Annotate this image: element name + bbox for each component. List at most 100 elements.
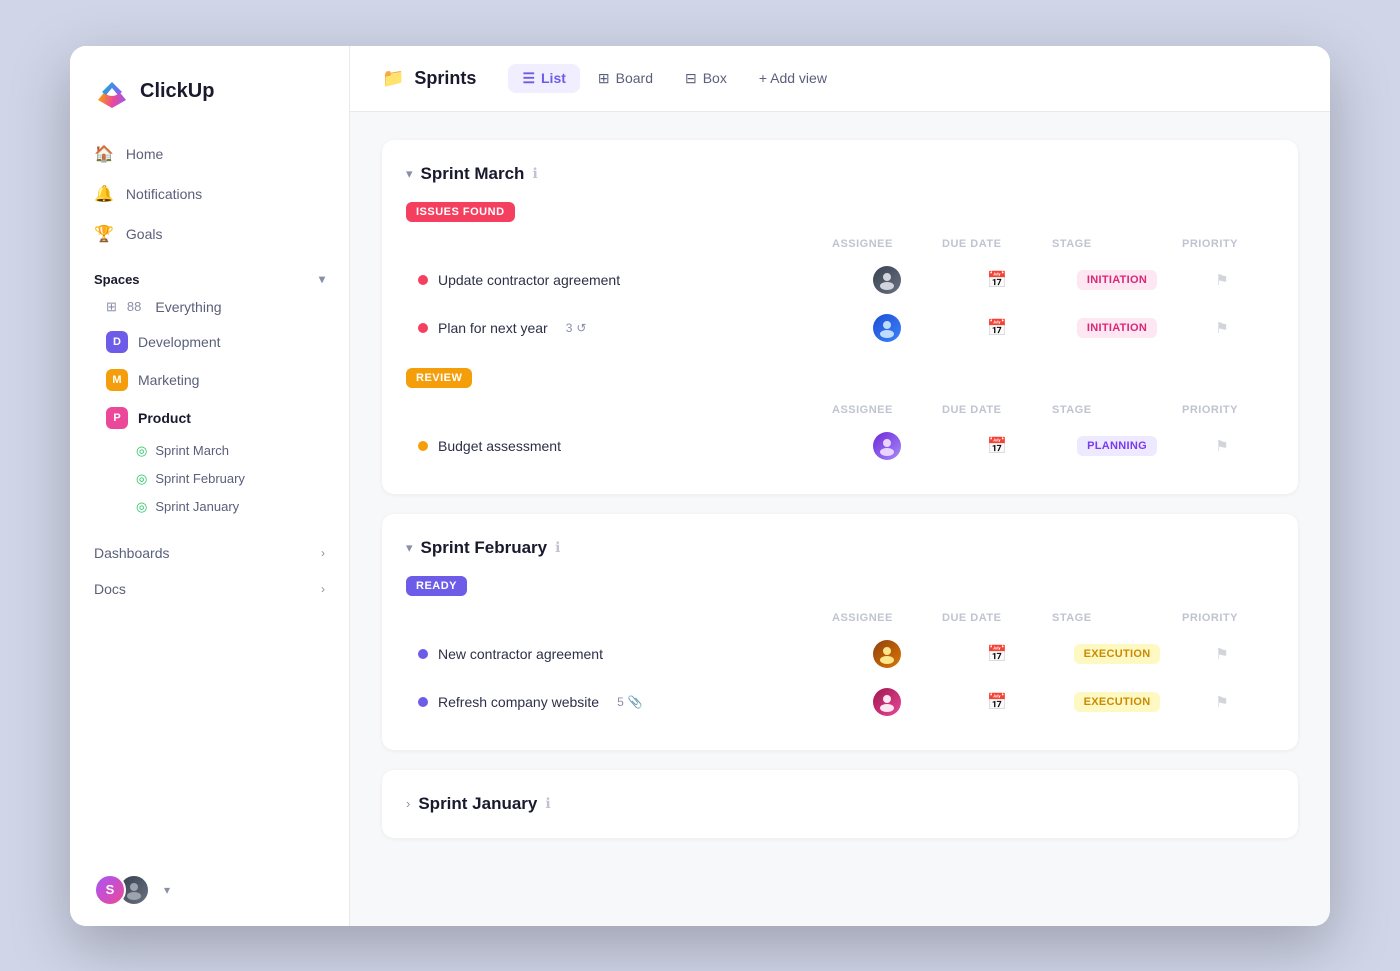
subtask-icon: ↺ — [576, 321, 586, 335]
top-bar: 📁 Sprints ☰ List ⊞ Board ⊟ Box + Add vie… — [350, 46, 1330, 112]
flag-icon: ⚑ — [1215, 693, 1228, 711]
dashboards-label: Dashboards — [94, 545, 170, 561]
priority-col-header: PRIORITY — [1182, 404, 1262, 416]
stage-cell: INITIATION — [1052, 318, 1182, 338]
development-badge: D — [106, 331, 128, 353]
calendar-icon: 📅 — [987, 644, 1007, 664]
flag-icon: ⚑ — [1215, 645, 1228, 663]
flag-icon: ⚑ — [1215, 437, 1228, 455]
sidebar-item-sprint-february[interactable]: ◎ Sprint February — [126, 465, 325, 493]
sprint-february-section: ▾ Sprint February ℹ READY ASSIGNEE DUE D… — [382, 514, 1298, 750]
sidebar-item-docs[interactable]: Docs › — [82, 571, 337, 607]
avatar — [873, 314, 901, 342]
task-col-header — [418, 612, 832, 624]
product-label: Product — [138, 410, 191, 426]
table-row[interactable]: New contractor agreement 📅 EXECUTION — [406, 630, 1274, 678]
sidebar-item-everything[interactable]: ⊞ 88 Everything — [94, 291, 325, 323]
sprint-february-toggle[interactable]: ▾ — [406, 540, 413, 556]
sidebar-item-home[interactable]: 🏠 Home — [82, 134, 337, 174]
review-group: REVIEW ASSIGNEE DUE DATE STAGE PRIORITY … — [406, 368, 1274, 470]
sprint-march-label: Sprint March — [155, 443, 229, 458]
page-title: 📁 Sprints — [382, 68, 476, 89]
sidebar-item-goals[interactable]: 🏆 Goals — [82, 214, 337, 254]
issues-found-table-header: ASSIGNEE DUE DATE STAGE PRIORITY — [406, 232, 1274, 256]
goals-icon: 🏆 — [94, 224, 114, 244]
sprint-january-toggle[interactable]: › — [406, 796, 410, 811]
due-date-cell: 📅 — [942, 644, 1052, 664]
sidebar-item-development[interactable]: D Development — [94, 323, 325, 361]
dashboards-left: Dashboards — [94, 545, 170, 561]
user-footer[interactable]: S ▾ — [70, 854, 349, 926]
add-view-label: + Add view — [759, 70, 827, 86]
sprint-january-label: Sprint January — [155, 499, 239, 514]
review-badge: REVIEW — [406, 368, 472, 388]
sidebar-item-product[interactable]: P Product — [94, 399, 325, 437]
task-dot-purple — [418, 697, 428, 707]
tab-board[interactable]: ⊞ Board — [584, 64, 667, 93]
sprint-march-info-icon[interactable]: ℹ — [532, 165, 537, 182]
view-tabs: ☰ List ⊞ Board ⊟ Box + Add view — [508, 64, 841, 93]
sprint-january-info-icon[interactable]: ℹ — [545, 795, 550, 812]
everything-label: Everything — [155, 299, 221, 315]
sprint-february-info-icon[interactable]: ℹ — [555, 539, 560, 556]
main-nav: 🏠 Home 🔔 Notifications 🏆 Goals — [70, 134, 349, 254]
avatar — [873, 640, 901, 668]
stage-badge: INITIATION — [1077, 270, 1157, 290]
folder-icon: 📁 — [382, 68, 404, 89]
stage-col-header: STAGE — [1052, 404, 1182, 416]
sidebar-item-marketing[interactable]: M Marketing — [94, 361, 325, 399]
stage-badge: EXECUTION — [1074, 692, 1161, 712]
due-date-col-header: DUE DATE — [942, 612, 1052, 624]
product-badge: P — [106, 407, 128, 429]
sprint-march-toggle[interactable]: ▾ — [406, 166, 413, 182]
logo-text: ClickUp — [140, 80, 214, 103]
logo-area: ClickUp — [70, 46, 349, 134]
stage-cell: EXECUTION — [1052, 692, 1182, 712]
sidebar-item-sprint-january[interactable]: ◎ Sprint January — [126, 493, 325, 521]
task-col-header — [418, 238, 832, 250]
content-area: ▾ Sprint March ℹ ISSUES FOUND ASSIGNEE D… — [350, 112, 1330, 926]
spaces-header[interactable]: Spaces ▾ — [94, 272, 325, 287]
assignee-cell — [832, 314, 942, 342]
sidebar-item-dashboards[interactable]: Dashboards › — [82, 535, 337, 571]
avatar — [873, 432, 901, 460]
main-content: 📁 Sprints ☰ List ⊞ Board ⊟ Box + Add vie… — [350, 46, 1330, 926]
table-row[interactable]: Refresh company website 5 📎 — [406, 678, 1274, 726]
task-name: Plan for next year — [438, 320, 548, 336]
add-view-button[interactable]: + Add view — [745, 64, 841, 92]
sprint-february-title: Sprint February — [421, 538, 548, 558]
board-tab-icon: ⊞ — [598, 70, 610, 87]
everything-icon: ⊞ — [106, 299, 117, 315]
due-date-col-header: DUE DATE — [942, 404, 1052, 416]
sidebar-item-sprint-march[interactable]: ◎ Sprint March — [126, 437, 325, 465]
tab-list[interactable]: ☰ List — [508, 64, 579, 93]
priority-col-header: PRIORITY — [1182, 612, 1262, 624]
footer-chevron-icon: ▾ — [164, 883, 170, 897]
sprint-march-title: Sprint March — [421, 164, 525, 184]
table-row[interactable]: Plan for next year 3 ↺ 📅 — [406, 304, 1274, 352]
sprint-march-header: ▾ Sprint March ℹ — [406, 164, 1274, 184]
home-icon: 🏠 — [94, 144, 114, 164]
sidebar-item-notifications[interactable]: 🔔 Notifications — [82, 174, 337, 214]
task-dot-red — [418, 275, 428, 285]
sidebar: ClickUp 🏠 Home 🔔 Notifications 🏆 Goals S… — [70, 46, 350, 926]
stage-badge: INITIATION — [1077, 318, 1157, 338]
stage-col-header: STAGE — [1052, 612, 1182, 624]
table-row[interactable]: Update contractor agreement 📅 INITIATION — [406, 256, 1274, 304]
docs-label: Docs — [94, 581, 126, 597]
stage-badge: PLANNING — [1077, 436, 1157, 456]
table-row[interactable]: Budget assessment 📅 PLANNING — [406, 422, 1274, 470]
task-name: Refresh company website — [438, 694, 599, 710]
calendar-icon: 📅 — [987, 436, 1007, 456]
board-tab-label: Board — [616, 70, 653, 86]
chevron-right-docs-icon: › — [321, 582, 325, 596]
assignee-cell — [832, 688, 942, 716]
tab-box[interactable]: ⊟ Box — [671, 64, 741, 93]
priority-cell: ⚑ — [1182, 645, 1262, 663]
avatar-group: S — [94, 874, 150, 906]
priority-cell: ⚑ — [1182, 319, 1262, 337]
avatar — [873, 688, 901, 716]
flag-icon: ⚑ — [1215, 271, 1228, 289]
sprint-march-icon: ◎ — [136, 443, 147, 459]
docs-left: Docs — [94, 581, 126, 597]
